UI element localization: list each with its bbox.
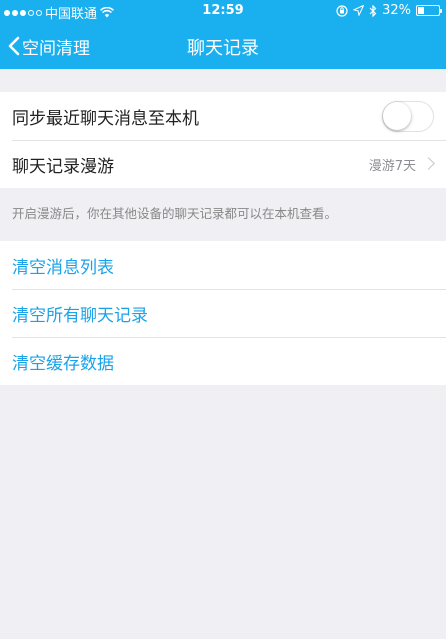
battery-level — [418, 7, 425, 14]
chevron-right-icon — [422, 157, 435, 170]
battery-percent: 32% — [382, 3, 411, 18]
actions-group: 清空消息列表 清空所有聊天记录 清空缓存数据 — [0, 241, 446, 385]
toggle-knob — [383, 102, 411, 130]
status-bar: 中国联通 12:59 32% — [0, 0, 446, 22]
roaming-hint: 开启漫游后，你在其他设备的聊天记录都可以在本机查看。 — [12, 206, 338, 221]
clear-message-list-button[interactable]: 清空消息列表 — [0, 241, 446, 289]
action-label: 清空消息列表 — [12, 257, 114, 278]
battery-icon — [416, 5, 442, 16]
action-label: 清空缓存数据 — [12, 353, 114, 374]
location-icon — [353, 5, 365, 16]
clear-cache-button[interactable]: 清空缓存数据 — [0, 337, 446, 385]
nav-bar: 中国联通 12:59 32% 空间清理 聊天记录 — [0, 0, 446, 69]
sync-toggle[interactable] — [382, 101, 434, 132]
lock-rotation-icon — [336, 4, 348, 17]
bluetooth-icon — [369, 4, 377, 17]
sync-setting-label: 同步最近聊天消息至本机 — [12, 108, 199, 129]
settings-group: 同步最近聊天消息至本机 聊天记录漫游 漫游7天 — [0, 92, 446, 188]
sync-setting-row: 同步最近聊天消息至本机 — [0, 92, 446, 140]
action-label: 清空所有聊天记录 — [12, 305, 148, 326]
roaming-value: 漫游7天 — [368, 158, 416, 174]
roaming-setting-label: 聊天记录漫游 — [12, 156, 114, 177]
clear-all-chats-button[interactable]: 清空所有聊天记录 — [0, 289, 446, 337]
roaming-setting-row[interactable]: 聊天记录漫游 漫游7天 — [0, 140, 446, 188]
page-title: 聊天记录 — [187, 38, 259, 59]
